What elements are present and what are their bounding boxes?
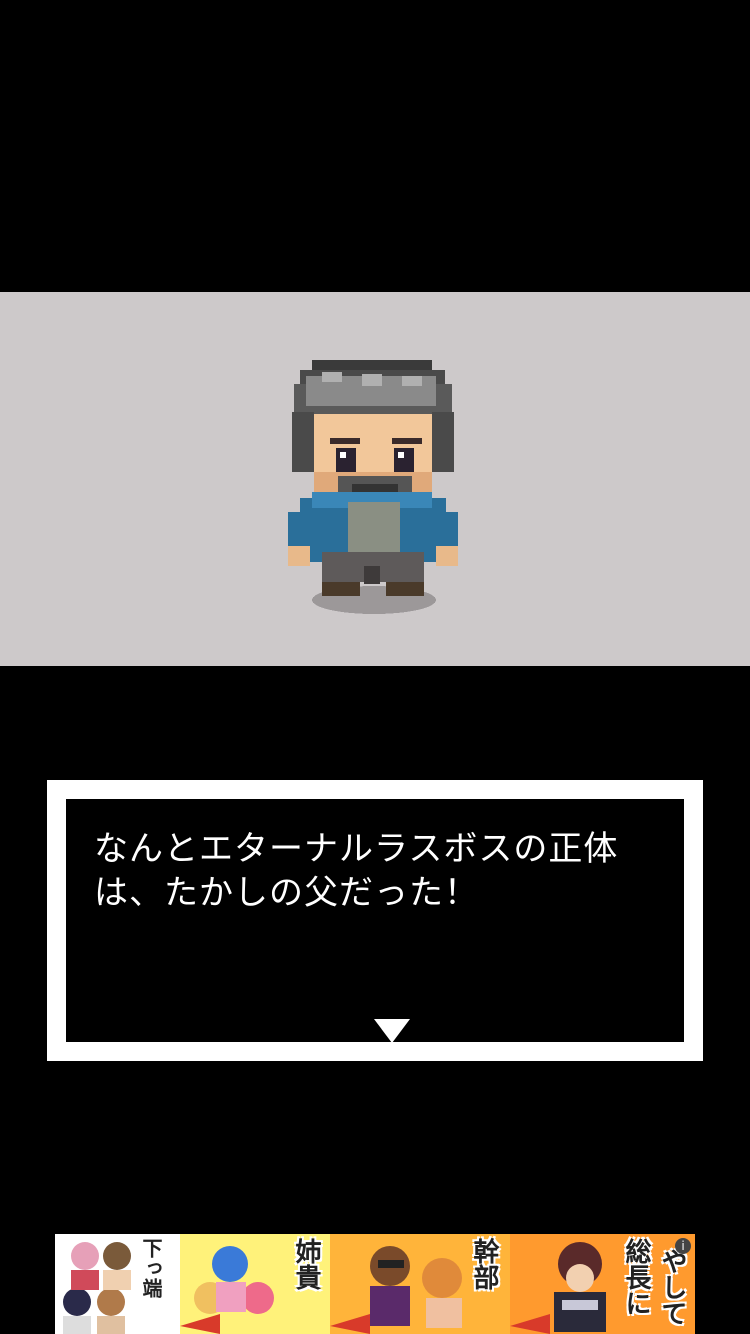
ad-caption-1: 下っ端: [139, 1238, 163, 1298]
ad-panel-1: 下っ端: [55, 1234, 180, 1334]
pixel-bearded-man-icon: [288, 360, 458, 614]
ad-caption-4: 総長に: [621, 1238, 651, 1316]
triangle-down-icon[interactable]: [372, 1017, 412, 1045]
info-icon[interactable]: i: [675, 1238, 691, 1254]
ad-panel-4: 総長に やして: [510, 1234, 695, 1334]
ad-panel-2: 姉貴: [180, 1234, 330, 1334]
ad-caption-2: 姉貴: [291, 1238, 321, 1290]
dialog-box[interactable]: なんとエターナルラスボスの正体 は、たかしの父だった！: [47, 780, 703, 1061]
ad-caption-5: やして: [657, 1248, 687, 1326]
dialog-inner: なんとエターナルラスボスの正体 は、たかしの父だった！: [66, 799, 684, 1045]
ad-caption-3: 幹部: [469, 1238, 499, 1290]
dialog-text: なんとエターナルラスボスの正体 は、たかしの父だった！: [94, 829, 619, 913]
ad-banner[interactable]: 下っ端 姉貴 幹部 総長に やして i: [55, 1234, 695, 1334]
ad-panel-3: 幹部: [330, 1234, 510, 1334]
